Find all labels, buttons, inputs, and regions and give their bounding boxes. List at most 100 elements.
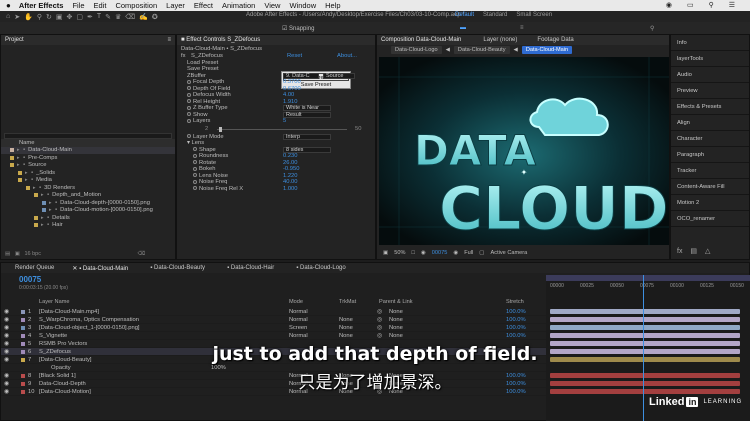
zoom-select[interactable]: 50%: [394, 250, 405, 256]
tab-footage[interactable]: Footage Data: [537, 37, 573, 43]
right-panel-item[interactable]: Align: [671, 115, 749, 131]
safe-zones-icon[interactable]: □: [412, 250, 415, 256]
menu-layer[interactable]: Layer: [166, 1, 185, 10]
project-item[interactable]: ▸ ▪ Data-Cloud-depth-[0000-0150].png: [1, 199, 175, 207]
project-item[interactable]: ▸ ▪ Data-Cloud-motion-[0000-0150].png: [1, 207, 175, 215]
label-color-swatch[interactable]: [42, 208, 46, 213]
col-mode[interactable]: Mode: [289, 299, 303, 305]
fx-panel-icon[interactable]: fx: [677, 248, 682, 255]
label-color-swatch[interactable]: [34, 193, 38, 198]
layer-color-swatch[interactable]: [21, 318, 25, 322]
effect-param-select[interactable]: White is Near: [283, 105, 331, 112]
tab-layer[interactable]: Layer (none): [483, 37, 517, 43]
tool-grid-icon[interactable]: ▤: [690, 248, 697, 255]
menu-animation[interactable]: Animation: [222, 1, 255, 10]
type-tool-icon[interactable]: T: [97, 13, 101, 21]
workspace-small-screen[interactable]: Small Screen: [516, 12, 552, 18]
label-color-swatch[interactable]: [10, 163, 14, 168]
right-panel-item[interactable]: Paragraph: [671, 147, 749, 163]
roto-tool-icon[interactable]: ✍: [139, 13, 148, 21]
time-ruler[interactable]: 00000 00025 00050 00075 00100 00125 00150: [546, 283, 750, 293]
project-item[interactable]: ▸ ▪ Depth_and_Motion: [1, 192, 175, 200]
timeline-layer-row[interactable]: ◉ 2 S_WarpChroma, Optics Compensation Norma…: [1, 316, 546, 324]
lens-param-value[interactable]: -0.950: [283, 166, 299, 172]
layer-mode-select[interactable]: Interp: [283, 133, 331, 140]
snapping-toggle[interactable]: ☑ Snapping: [282, 25, 314, 32]
tab-data-cloud-logo[interactable]: ▪ Data-Cloud-Logo: [296, 265, 346, 271]
right-panel-item[interactable]: OCO_renamer: [671, 211, 749, 227]
panel-menu-icon[interactable]: ≡: [167, 37, 171, 43]
stopwatch-icon[interactable]: [193, 186, 197, 191]
puppet-tool-icon[interactable]: ✪: [152, 13, 158, 21]
stopwatch-icon[interactable]: [193, 166, 197, 171]
camera-tool-icon[interactable]: ▣: [56, 13, 63, 21]
apple-menu-icon[interactable]: ●: [6, 1, 11, 10]
tab-data-cloud-beauty[interactable]: ▪ Data-Cloud-Beauty: [150, 265, 205, 271]
visibility-eye-icon[interactable]: ◉: [4, 325, 9, 331]
zbuffer-select[interactable]: 9. Data-C: [283, 72, 319, 79]
menu-file[interactable]: File: [72, 1, 84, 10]
tab-data-cloud-hair[interactable]: ▪ Data-Cloud-Hair: [227, 265, 274, 271]
rectangle-tool-icon[interactable]: ▢: [76, 13, 83, 21]
stamp-tool-icon[interactable]: ♛: [115, 13, 121, 21]
timeline-layer-row[interactable]: ◉ 1 [Data-Cloud-Main.mp4] Normal ◎ None 100.0%: [1, 308, 546, 316]
menu-help[interactable]: Help: [325, 1, 340, 10]
effect-param-value[interactable]: 0.6700: [283, 86, 301, 92]
timeline-timecode[interactable]: 00075: [19, 275, 41, 284]
bpc-toggle[interactable]: 16 bpc: [24, 251, 41, 257]
zoom-tool-icon[interactable]: ⚲: [37, 13, 42, 21]
work-area-bar[interactable]: [546, 275, 750, 281]
label-color-swatch[interactable]: [34, 215, 38, 220]
resolution-select[interactable]: Full: [464, 250, 473, 256]
pickwhip-icon[interactable]: ◎: [377, 317, 382, 323]
camera-icon[interactable]: ◉: [453, 250, 458, 256]
right-panel-item[interactable]: Tracker: [671, 163, 749, 179]
project-item[interactable]: ▸ ▪ _Solids: [1, 169, 175, 177]
tab-data-cloud-main[interactable]: ✕ ▪ Data-Cloud-Main: [72, 265, 128, 272]
project-item[interactable]: ▸ ▪ Data-Cloud-Main: [1, 146, 175, 154]
menu-view[interactable]: View: [264, 1, 280, 10]
comp-timecode[interactable]: 00075: [432, 250, 448, 256]
layers-slider[interactable]: [217, 128, 347, 130]
project-item[interactable]: ▸ ▪ Hair: [1, 222, 175, 230]
workspace-menu-icon[interactable]: ≡: [520, 25, 524, 31]
visibility-eye-icon[interactable]: ◉: [4, 333, 9, 339]
layer-trkmat-select[interactable]: None: [339, 317, 353, 323]
visibility-eye-icon[interactable]: ◉: [4, 309, 9, 315]
menu-composition[interactable]: Composition: [115, 1, 157, 10]
flow-main[interactable]: Data-Cloud-Main: [521, 46, 573, 54]
right-panel-item[interactable]: Preview: [671, 83, 749, 99]
flow-logo[interactable]: Data-Cloud-Logo: [391, 46, 442, 54]
selection-tool-icon[interactable]: ➤: [14, 13, 20, 21]
col-layer-name[interactable]: Layer Name: [39, 299, 69, 305]
region-icon[interactable]: ▢: [479, 250, 484, 256]
col-trkmat[interactable]: TrkMat: [339, 299, 356, 305]
timeline-layer-row[interactable]: ◉ 3 [Data-Cloud-object_1-[0000-0150].png] S…: [1, 324, 546, 332]
stopwatch-icon[interactable]: [193, 179, 197, 184]
home-icon[interactable]: ⌂: [6, 13, 10, 21]
always-preview-icon[interactable]: ▣: [383, 250, 388, 256]
layer-mode-select[interactable]: Normal: [289, 317, 308, 323]
label-color-swatch[interactable]: [26, 185, 30, 190]
menu-after-effects[interactable]: After Effects: [19, 1, 64, 10]
cube-icon[interactable]: △: [705, 248, 710, 255]
layers-slider-handle[interactable]: [219, 126, 222, 132]
label-color-swatch[interactable]: [10, 155, 14, 160]
label-color-swatch[interactable]: [34, 223, 38, 228]
layer-parent-select[interactable]: None: [389, 317, 403, 323]
layer-parent-select[interactable]: None: [389, 325, 403, 331]
effect-param-value[interactable]: 1.910: [283, 99, 298, 105]
project-item[interactable]: ▸ ▪ Pre-Comps: [1, 154, 175, 162]
layer-color-swatch[interactable]: [21, 334, 25, 338]
right-panel-item[interactable]: Motion 2: [671, 195, 749, 211]
brush-tool-icon[interactable]: ✎: [105, 13, 111, 21]
pen-tool-icon[interactable]: ✒: [87, 13, 93, 21]
lens-shape-select[interactable]: 8 sides: [283, 146, 331, 153]
layer-duration-bar[interactable]: [550, 333, 740, 338]
label-color-swatch[interactable]: [18, 170, 22, 175]
pickwhip-icon[interactable]: ◎: [377, 309, 382, 315]
wifi-icon[interactable]: ◉: [666, 1, 672, 9]
layer-mode-select[interactable]: Screen: [289, 325, 307, 331]
lens-param-value[interactable]: 1.220: [283, 173, 298, 179]
menu-window[interactable]: Window: [289, 1, 316, 10]
